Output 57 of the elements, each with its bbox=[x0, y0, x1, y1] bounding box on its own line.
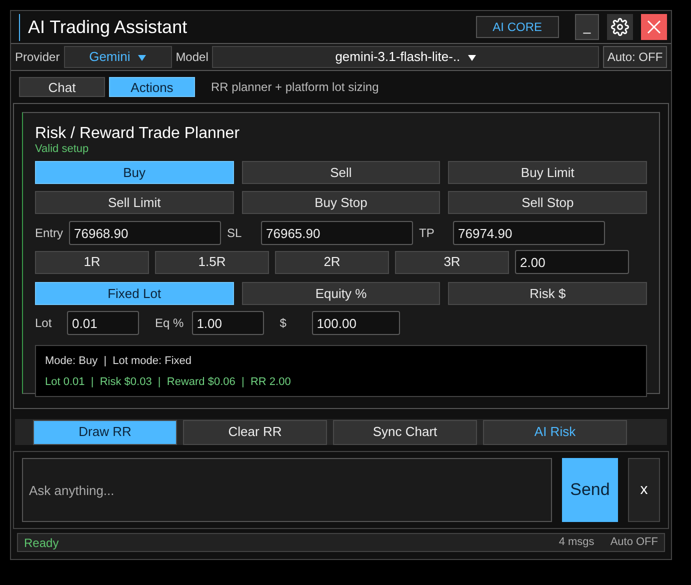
rr-field[interactable]: 2.00 bbox=[515, 250, 629, 274]
field-label: Model bbox=[176, 49, 208, 66]
order-type-button[interactable]: Buy Limit bbox=[448, 161, 647, 184]
tab[interactable]: Chat bbox=[19, 77, 105, 97]
message-count: 4 msgs bbox=[558, 535, 594, 550]
minimize-button[interactable]: _ bbox=[575, 14, 599, 40]
field-label: Provider bbox=[15, 49, 60, 66]
planner-title: Risk / Reward Trade Planner bbox=[35, 125, 241, 143]
action-button[interactable]: Clear RR bbox=[183, 420, 327, 444]
send-button[interactable]: Send bbox=[562, 458, 618, 522]
lot-mode-button[interactable]: Risk $ bbox=[448, 282, 647, 305]
sizing-label: Eq % bbox=[155, 315, 184, 332]
close-icon bbox=[646, 19, 662, 35]
chat-input[interactable]: Ask anything... bbox=[22, 458, 552, 522]
action-button[interactable]: AI Risk bbox=[483, 420, 627, 444]
ai-core-badge: AI CORE bbox=[476, 16, 559, 38]
action-button[interactable]: Sync Chart bbox=[333, 420, 477, 444]
price-label: SL bbox=[227, 225, 243, 242]
lot-mode-button[interactable]: Equity % bbox=[242, 282, 440, 305]
sizing-label: Lot bbox=[35, 315, 53, 332]
provider-dropdown[interactable]: Gemini bbox=[64, 46, 172, 68]
price-label: Entry bbox=[35, 225, 63, 242]
order-type-button[interactable]: Buy Stop bbox=[242, 191, 440, 214]
sizing-field[interactable]: 1.00 bbox=[192, 311, 264, 335]
rr-button[interactable]: 1R bbox=[35, 250, 149, 274]
sizing-label: $ bbox=[280, 315, 288, 332]
tab[interactable]: Actions bbox=[109, 77, 195, 97]
gear-icon bbox=[611, 18, 629, 36]
order-type-button[interactable]: Sell Limit bbox=[35, 191, 234, 214]
sizing-field[interactable]: 100.00 bbox=[312, 311, 400, 335]
action-button[interactable]: Draw RR bbox=[33, 420, 177, 444]
setup-status: Valid setup bbox=[35, 143, 90, 156]
price-field[interactable]: 76968.90 bbox=[69, 221, 221, 245]
tab-hint: RR planner + platform lot sizing bbox=[211, 79, 379, 96]
rr-button[interactable]: 2R bbox=[275, 250, 389, 274]
price-field[interactable]: 76974.90 bbox=[453, 221, 605, 245]
order-type-button[interactable]: Sell Stop bbox=[448, 191, 647, 214]
result-text: Lot 0.01 | Risk $0.03 | Reward $0.06 | RR 2.00 bbox=[45, 374, 292, 390]
rr-button[interactable]: 1.5R bbox=[155, 250, 269, 274]
order-type-button[interactable]: Buy bbox=[35, 161, 234, 184]
clear-button[interactable]: x bbox=[628, 458, 660, 522]
order-type-button[interactable]: Sell bbox=[242, 161, 440, 184]
window-title: AI Trading Assistant bbox=[19, 14, 468, 40]
summary-text: Mode: Buy | Lot mode: Fixed bbox=[45, 354, 193, 369]
price-label: TP bbox=[419, 225, 436, 242]
lot-mode-button[interactable]: Fixed Lot bbox=[35, 282, 234, 305]
price-field[interactable]: 76965.90 bbox=[261, 221, 413, 245]
model-dropdown[interactable]: gemini-3.1-flash-lite-.. bbox=[212, 46, 599, 68]
settings-button[interactable] bbox=[607, 14, 633, 40]
auto-status: Auto OFF bbox=[610, 535, 658, 550]
caret-icon bbox=[138, 54, 146, 61]
auto-toggle[interactable]: Auto: OFF bbox=[603, 46, 667, 68]
caret-icon bbox=[468, 54, 476, 61]
rr-button[interactable]: 3R bbox=[395, 250, 509, 274]
status-text: Ready bbox=[24, 534, 60, 552]
close-button[interactable] bbox=[641, 14, 667, 40]
sizing-field[interactable]: 0.01 bbox=[67, 311, 139, 335]
